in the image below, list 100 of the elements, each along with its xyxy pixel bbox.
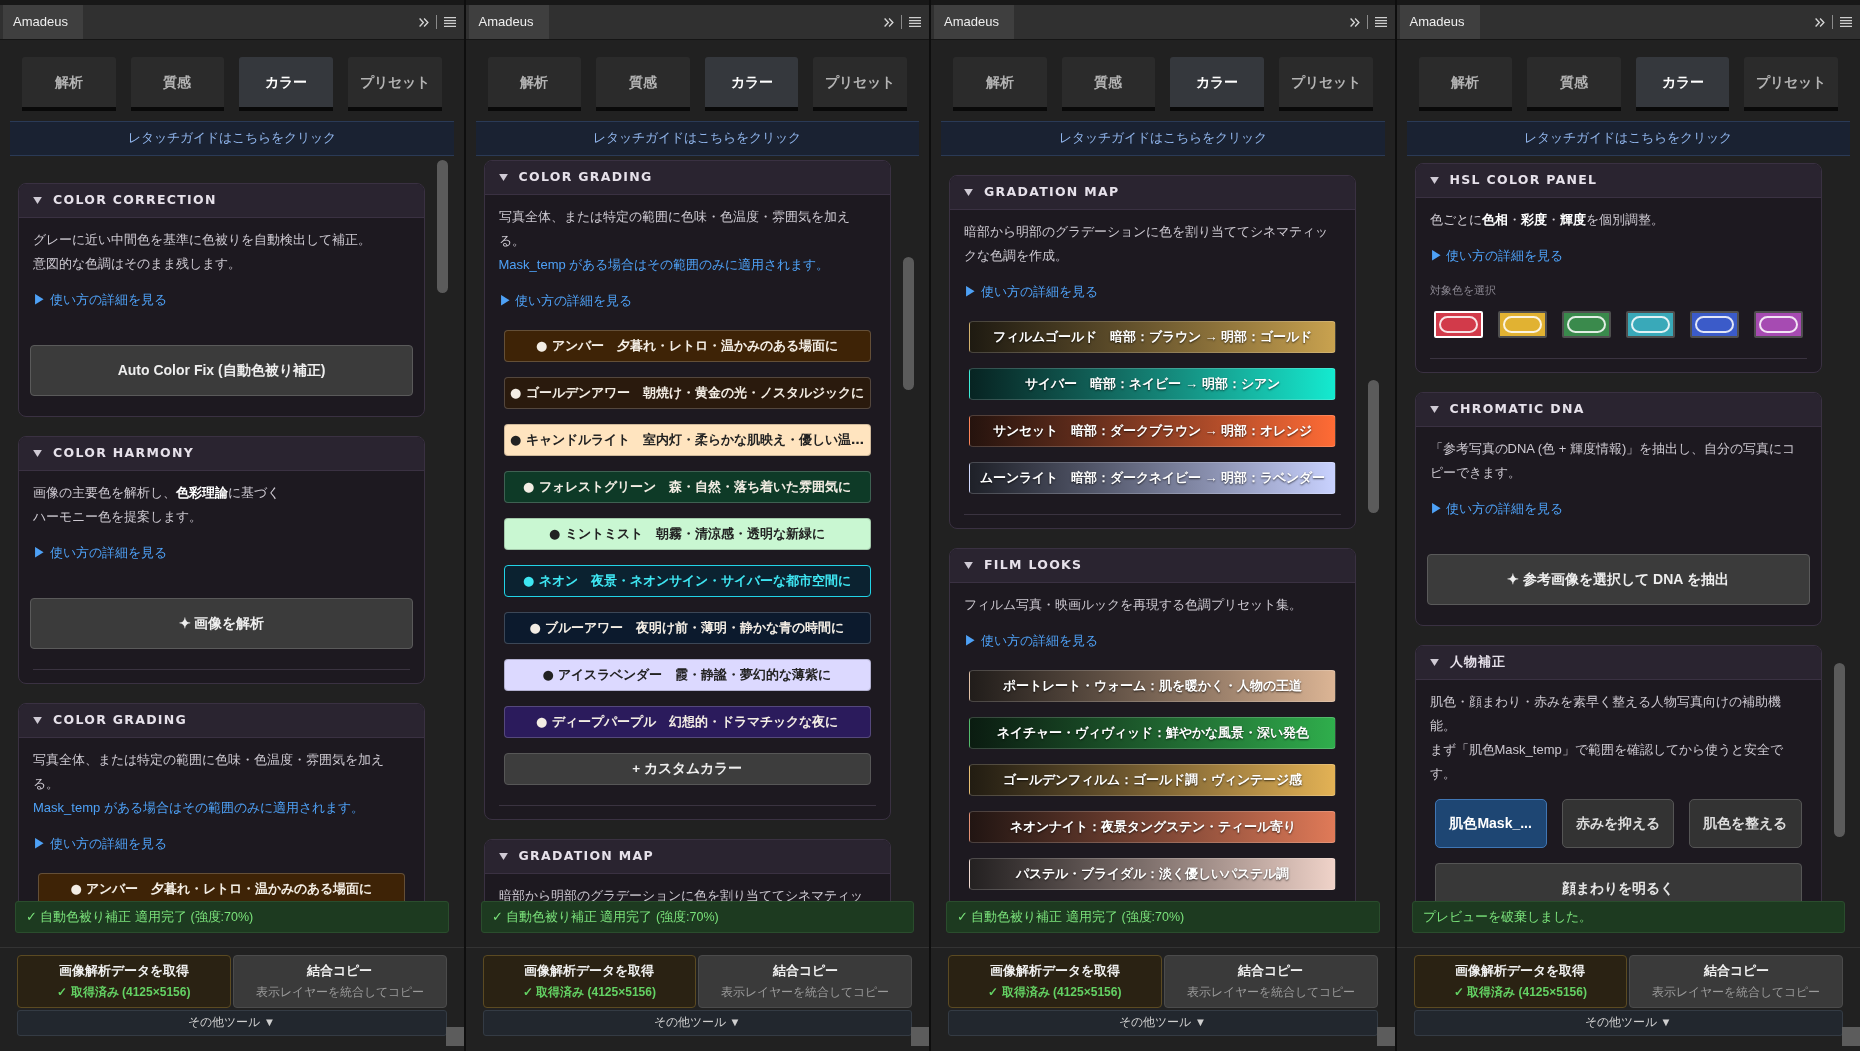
gradient-preset-button[interactable]: サイバー 暗部：ネイビー → 明部：シアン (969, 368, 1336, 400)
more-tools-button[interactable]: その他ツール ▼ (948, 1010, 1378, 1036)
double-chevron-icon[interactable] (1815, 17, 1825, 27)
caret-icon[interactable] (498, 174, 508, 181)
action-button[interactable]: Auto Color Fix (自動色被り補正) (30, 345, 413, 396)
panel-title-tab[interactable]: Amadeus (3, 5, 83, 39)
tab[interactable]: 解析 (953, 57, 1047, 111)
menu-icon[interactable] (909, 17, 921, 27)
caret-icon[interactable] (33, 197, 42, 204)
more-tools-button[interactable]: その他ツール ▼ (17, 1010, 447, 1036)
gradient-preset-button[interactable]: ネイチャー・ヴィヴィッド：鮮やかな風景・深い発色 (969, 717, 1336, 749)
gradient-preset-button[interactable]: フィルムゴールド 暗部：ブラウン → 明部：ゴールド (969, 321, 1336, 353)
toggle-button[interactable]: 肌色Mask_... (1434, 799, 1547, 848)
toggle-button[interactable]: 赤みを抑える (1561, 799, 1675, 848)
action-button[interactable]: 顔まわりを明るく (1434, 863, 1802, 901)
fetch-data-button[interactable]: 画像解析データを取得 ✓ 取得済み (4125×5156) (948, 955, 1162, 1008)
help-link[interactable]: ▶ 使い方の詳細を見る (1429, 497, 1564, 521)
caret-icon[interactable] (33, 450, 42, 457)
tab[interactable]: 解析 (487, 57, 582, 111)
more-tools-button[interactable]: その他ツール ▼ (482, 1010, 912, 1036)
tab[interactable]: プリセット (1278, 57, 1373, 111)
custom-color-button[interactable]: + カスタムカラー (503, 753, 871, 785)
help-link[interactable]: ▶ 使い方の詳細を見る (33, 832, 167, 856)
help-link[interactable]: ▶ 使い方の詳細を見る (33, 288, 167, 312)
tab[interactable]: 質感 (130, 57, 225, 111)
preset-button[interactable]: ● フォレストグリーン 森・自然・落ち着いた雰囲気に (503, 471, 871, 503)
preset-button[interactable]: ● ブルーアワー 夜明け前・薄明・静かな青の時間に (503, 612, 871, 644)
gradient-preset-button[interactable]: ポートレート・ウォーム：肌を暖かく・人物の王道 (969, 670, 1336, 702)
preset-button[interactable]: ● ネオン 夜景・ネオンサイン・サイバーな都市空間に (503, 565, 871, 597)
swatch-icon[interactable] (1689, 311, 1739, 338)
help-link[interactable]: ▶ 使い方の詳細を見る (964, 629, 1098, 653)
menu-icon[interactable] (1840, 17, 1852, 27)
preset-button[interactable]: ● アンバー 夕暮れ・レトロ・温かみのある場面に (38, 873, 405, 901)
action-button[interactable]: ✦ 画像を解析 (30, 598, 413, 649)
menu-icon[interactable] (1374, 17, 1387, 27)
help-link[interactable]: ▶ 使い方の詳細を見る (964, 280, 1098, 304)
scrollbar-thumb[interactable] (1833, 663, 1845, 837)
tab[interactable]: カラー (1635, 57, 1730, 111)
more-tools-button[interactable]: その他ツール ▼ (1413, 1010, 1843, 1036)
preset-button[interactable]: ● ディープパープル 幻想的・ドラマチックな夜に (503, 706, 871, 738)
tab[interactable]: プリセット (813, 57, 907, 111)
resize-handle[interactable] (1842, 1027, 1860, 1046)
tab[interactable]: カラー (239, 57, 333, 111)
merge-copy-button[interactable]: 結合コピー 表示レイヤーを統合してコピー (698, 955, 912, 1008)
panel-title-tab[interactable]: Amadeus (934, 5, 1014, 39)
swatch-icon[interactable] (1625, 311, 1675, 338)
caret-icon[interactable] (33, 717, 42, 724)
gradient-preset-button[interactable]: パステル・ブライダル：淡く優しいパステル調 (969, 858, 1336, 890)
caret-icon[interactable] (498, 853, 508, 860)
swatch-icon[interactable] (1753, 311, 1803, 338)
toggle-button[interactable]: 肌色を整える (1689, 799, 1802, 848)
caret-icon[interactable] (964, 189, 973, 196)
scrollbar-thumb[interactable] (1368, 380, 1379, 513)
caret-icon[interactable] (1429, 659, 1439, 666)
double-chevron-icon[interactable] (1349, 17, 1360, 27)
tab[interactable]: 解析 (1418, 57, 1513, 111)
action-button[interactable]: ✦ 参考画像を選択して DNA を抽出 (1426, 554, 1810, 605)
panel-title-tab[interactable]: Amadeus (1399, 5, 1480, 39)
double-chevron-icon[interactable] (418, 17, 429, 27)
tab[interactable]: 質感 (596, 57, 690, 111)
double-chevron-icon[interactable] (884, 17, 894, 27)
caret-icon[interactable] (1429, 177, 1439, 184)
merge-copy-button[interactable]: 結合コピー 表示レイヤーを統合してコピー (1629, 955, 1843, 1008)
tab[interactable]: 質感 (1527, 57, 1621, 111)
guide-link[interactable]: レタッチガイドはこちらをクリック (1406, 121, 1850, 156)
gradient-preset-button[interactable]: サンセット 暗部：ダークブラウン → 明部：オレンジ (969, 415, 1336, 447)
gradient-preset-button[interactable]: ネオンナイト：夜景タングステン・ティール寄り (969, 811, 1336, 843)
fetch-data-button[interactable]: 画像解析データを取得 ✓ 取得済み (4125×5156) (1413, 955, 1628, 1008)
preset-button[interactable]: ● キャンドルライト 室内灯・柔らかな肌映え・優しい温… (503, 424, 871, 456)
scrollbar-thumb[interactable] (902, 257, 914, 390)
tab[interactable]: カラー (1170, 57, 1264, 111)
swatch-icon[interactable] (1561, 311, 1611, 338)
merge-copy-button[interactable]: 結合コピー 表示レイヤーを統合してコピー (232, 955, 447, 1008)
fetch-data-button[interactable]: 画像解析データを取得 ✓ 取得済み (4125×5156) (17, 955, 231, 1008)
preset-button[interactable]: ● アイスラベンダー 霞・静謐・夢幻的な薄紫に (503, 659, 871, 691)
tab[interactable]: 解析 (22, 57, 116, 111)
tab[interactable]: プリセット (1744, 57, 1838, 111)
fetch-data-button[interactable]: 画像解析データを取得 ✓ 取得済み (4125×5156) (482, 955, 697, 1008)
tab[interactable]: プリセット (347, 57, 442, 111)
help-link[interactable]: ▶ 使い方の詳細を見る (1429, 244, 1564, 268)
gradient-preset-button[interactable]: ゴールデンフィルム：ゴールド調・ヴィンテージ感 (969, 764, 1336, 796)
tab[interactable]: 質感 (1061, 57, 1156, 111)
preset-button[interactable]: ● アンバー 夕暮れ・レトロ・温かみのある場面に (503, 330, 871, 362)
guide-link[interactable]: レタッチガイドはこちらをクリック (475, 121, 919, 156)
guide-link[interactable]: レタッチガイドはこちらをクリック (941, 121, 1385, 156)
panel-title-tab[interactable]: Amadeus (468, 5, 549, 39)
guide-link[interactable]: レタッチガイドはこちらをクリック (10, 121, 454, 156)
preset-button[interactable]: ● ゴールデンアワー 朝焼け・黄金の光・ノスタルジックに (503, 377, 871, 409)
scrollbar-thumb[interactable] (437, 160, 448, 293)
resize-handle[interactable] (445, 1027, 464, 1046)
gradient-preset-button[interactable]: ムーンライト 暗部：ダークネイビー → 明部：ラベンダー (969, 462, 1336, 494)
tab[interactable]: カラー (704, 57, 799, 111)
caret-icon[interactable] (1429, 406, 1439, 413)
preset-button[interactable]: ● ミントミスト 朝霧・清涼感・透明な新緑に (503, 518, 871, 550)
swatch-icon[interactable] (1497, 311, 1547, 338)
resize-handle[interactable] (1376, 1027, 1395, 1046)
help-link[interactable]: ▶ 使い方の詳細を見る (498, 289, 633, 313)
caret-icon[interactable] (964, 562, 973, 569)
merge-copy-button[interactable]: 結合コピー 表示レイヤーを統合してコピー (1163, 955, 1378, 1008)
menu-icon[interactable] (443, 17, 456, 27)
